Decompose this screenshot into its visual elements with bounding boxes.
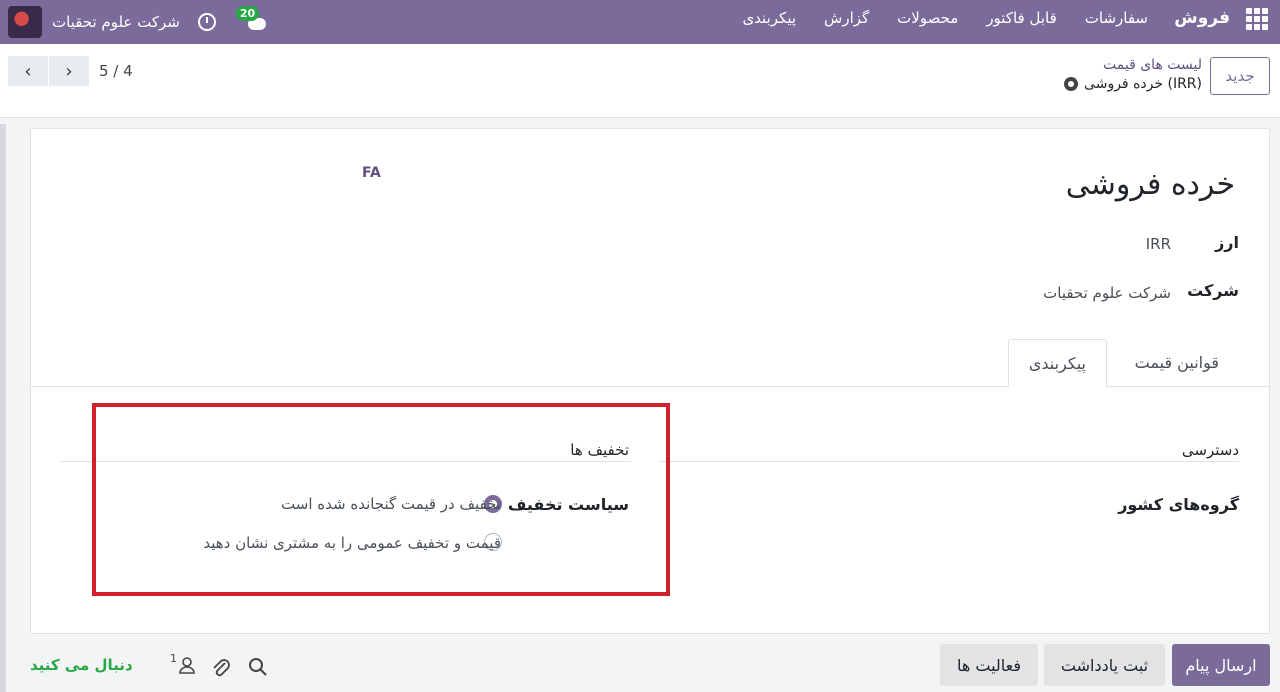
top-navbar: فروش سفارشات قابل فاکتور محصولات گزارش پ… [0, 0, 1280, 44]
tab-price-rules[interactable]: قوانین قیمت [1115, 339, 1239, 387]
chatter-bar: ارسال پیام ثبت یادداشت فعالیت ها 1 دنبال… [0, 640, 1280, 692]
menu-item-to-invoice[interactable]: قابل فاکتور [972, 9, 1070, 27]
access-separator [659, 461, 1239, 462]
main-menu: سفارشات قابل فاکتور محصولات گزارش پیکربن… [728, 9, 1162, 27]
breadcrumb-parent[interactable]: لیست های قیمت [1064, 56, 1202, 74]
send-message-button[interactable]: ارسال پیام [1172, 644, 1270, 686]
scrollbar[interactable] [0, 124, 6, 692]
pager-value[interactable]: 5 / 4 [99, 62, 133, 80]
activities-button[interactable]: فعالیت ها [940, 644, 1038, 686]
company-field[interactable]: شرکت علوم تحقیات [1043, 284, 1171, 302]
menu-item-orders[interactable]: سفارشات [1071, 9, 1162, 27]
breadcrumb-current-row: خرده فروشی (IRR) [1064, 74, 1202, 94]
control-panel: جدید لیست های قیمت خرده فروشی (IRR) ‹ › … [0, 44, 1280, 118]
log-note-button[interactable]: ثبت یادداشت [1044, 644, 1165, 686]
company-label: شرکت [1187, 281, 1239, 300]
country-groups-label: گروه‌های کشور [1118, 495, 1239, 514]
messaging-icon[interactable]: 20 [235, 6, 270, 32]
pager-prev-button[interactable]: ‹ [8, 56, 48, 86]
tab-configuration[interactable]: پیکربندی [1007, 339, 1107, 388]
company-switcher[interactable]: شرکت علوم تحقیات [52, 13, 180, 31]
user-avatar[interactable] [8, 6, 42, 38]
systray: شرکت علوم تحقیات 20 [8, 4, 270, 40]
paperclip-icon[interactable] [210, 657, 232, 679]
access-group-title: دسترسی [1181, 441, 1239, 459]
gear-icon[interactable] [1064, 77, 1079, 91]
notebook-tabs: قوانین قیمت پیکربندی [31, 339, 1269, 388]
search-icon[interactable] [248, 657, 268, 677]
pager-next-button[interactable]: › [49, 56, 89, 86]
highlight-box [92, 403, 670, 596]
breadcrumb: لیست های قیمت خرده فروشی (IRR) [1064, 56, 1202, 94]
menu-item-configuration[interactable]: پیکربندی [728, 9, 810, 27]
followers-count: 1 [170, 652, 177, 665]
menu-item-reporting[interactable]: گزارش [810, 9, 883, 27]
chat-count-badge: 20 [235, 6, 260, 21]
app-brand[interactable]: فروش [1174, 8, 1230, 28]
follow-button[interactable]: دنبال می کنید [30, 656, 133, 674]
currency-field[interactable]: IRR [1146, 235, 1171, 253]
record-title[interactable]: خرده فروشی [1066, 167, 1235, 202]
menu-item-products[interactable]: محصولات [883, 9, 972, 27]
pager: ‹ › 5 / 4 [8, 56, 133, 86]
language-badge[interactable]: FA [362, 165, 381, 181]
apps-menu-icon[interactable] [1246, 8, 1268, 30]
new-button[interactable]: جدید [1210, 57, 1270, 95]
currency-label: ارز [1215, 233, 1239, 252]
followers-icon[interactable] [177, 655, 197, 675]
breadcrumb-current: خرده فروشی (IRR) [1084, 76, 1202, 92]
activity-clock-icon[interactable] [197, 13, 216, 31]
